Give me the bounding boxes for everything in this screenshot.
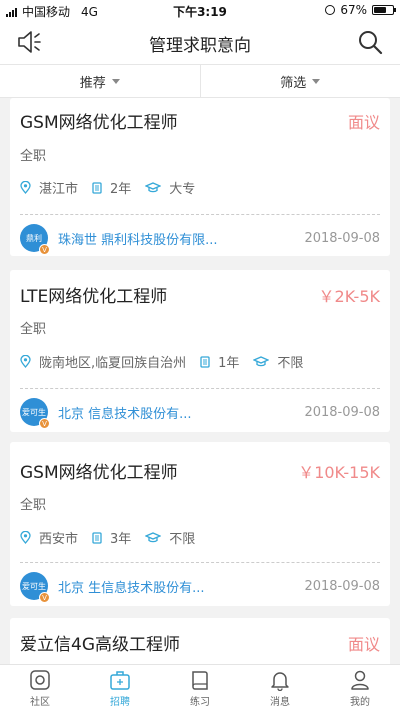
divider (20, 388, 380, 389)
job-location: 湛江市 (39, 182, 79, 197)
job-education: 不限 (169, 532, 196, 547)
job-date: 2018-09-08 (304, 404, 380, 420)
verified-badge-icon: V (39, 418, 50, 429)
company-logo: 爱可生 V (20, 572, 50, 603)
tab-profile[interactable]: 我的 (320, 665, 400, 711)
job-location: 西安市 (39, 532, 79, 547)
battery-percent: 67% (340, 3, 367, 17)
job-title: 爱立信4G高级工程师 (20, 635, 180, 655)
company-name[interactable]: 北京 生信息技术股份有... (58, 577, 304, 596)
divider (20, 562, 380, 563)
job-type: 全职 (20, 498, 47, 513)
job-type: 全职 (20, 149, 47, 164)
tab-community[interactable]: 社区 (0, 665, 80, 711)
education-icon (145, 182, 162, 193)
location-icon (20, 355, 31, 368)
profile-icon (351, 670, 369, 690)
location-icon (20, 181, 31, 194)
location-icon (20, 531, 31, 544)
job-salary: 面议 (347, 113, 380, 132)
experience-icon (92, 181, 102, 194)
job-title: GSM网络优化工程师 (20, 463, 178, 483)
experience-icon (200, 355, 210, 368)
job-card[interactable]: GSM网络优化工程师 面议 全职 湛江市 2年 大专 鼎利 V 珠海世 鼎利科技股… (10, 98, 390, 256)
company-logo: 爱可生 V (20, 398, 50, 429)
company-logo: 鼎利 V (20, 224, 50, 255)
tab-label: 我的 (350, 696, 370, 708)
job-type: 全职 (20, 322, 47, 337)
company-name[interactable]: 珠海世 鼎利科技股份有限... (58, 229, 304, 248)
tab-messages[interactable]: 消息 (240, 665, 320, 711)
job-salary: ￥10K-15K (298, 463, 380, 482)
tab-label: 练习 (190, 696, 210, 708)
job-meta: 西安市 3年 不限 (20, 528, 209, 547)
filter-screen[interactable]: 筛选 (201, 65, 400, 97)
page-title: 管理求职意向 (149, 36, 251, 56)
verified-badge-icon: V (39, 592, 50, 603)
filter-bar: 推荐 筛选 (0, 64, 400, 98)
job-title: LTE网络优化工程师 (20, 287, 168, 307)
search-icon[interactable] (356, 28, 384, 56)
job-meta: 湛江市 2年 大专 (20, 178, 209, 197)
company-row[interactable]: 爱可生 V 北京 生信息技术股份有... 2018-09-08 (20, 572, 380, 603)
practice-icon (192, 670, 208, 690)
education-icon (145, 532, 162, 543)
job-experience: 1年 (218, 356, 240, 371)
job-date: 2018-09-08 (304, 578, 380, 594)
job-date: 2018-09-08 (304, 230, 380, 246)
tab-label: 社区 (30, 696, 50, 708)
company-row[interactable]: 爱可生 V 北京 信息技术股份有... 2018-09-08 (20, 398, 380, 429)
job-card[interactable]: GSM网络优化工程师 ￥10K-15K 全职 西安市 3年 不限 爱可生 V 北京… (10, 442, 390, 606)
company-logo-text: 爱可生 (22, 581, 46, 591)
company-logo-text: 鼎利 (26, 233, 42, 243)
tab-bar: 社区 招聘 练习 消息 我的 (0, 664, 400, 711)
bell-icon (271, 671, 289, 691)
job-salary: ￥2K-5K (318, 287, 380, 306)
tab-practice[interactable]: 练习 (160, 665, 240, 711)
caret-down-icon (111, 78, 120, 84)
company-logo-text: 爱可生 (22, 407, 46, 417)
verified-badge-icon: V (39, 244, 50, 255)
tab-recruit[interactable]: 招聘 (80, 665, 160, 711)
tab-label: 招聘 (110, 696, 130, 708)
tab-label: 消息 (270, 696, 290, 708)
status-bar: 中国移动 4G 下午3:19 67% (0, 0, 400, 20)
alarm-icon (325, 5, 336, 15)
education-icon (253, 356, 270, 367)
job-list[interactable]: GSM网络优化工程师 面议 全职 湛江市 2年 大专 鼎利 V 珠海世 鼎利科技股… (0, 98, 400, 664)
job-education: 不限 (277, 356, 304, 371)
filter-recommend-label: 推荐 (79, 75, 106, 91)
recruit-icon (110, 670, 130, 690)
experience-icon (92, 531, 102, 544)
job-education: 大专 (169, 182, 196, 197)
community-icon (30, 669, 50, 690)
job-experience: 3年 (110, 532, 132, 547)
company-row[interactable]: 鼎利 V 珠海世 鼎利科技股份有限... 2018-09-08 (20, 224, 380, 255)
job-salary: 面议 (347, 635, 380, 654)
job-meta: 陇南地区,临夏回族自治州 1年 不限 (20, 352, 317, 371)
job-card[interactable]: LTE网络优化工程师 ￥2K-5K 全职 陇南地区,临夏回族自治州 1年 不限 … (10, 270, 390, 432)
job-title: GSM网络优化工程师 (20, 113, 178, 133)
nav-bar: 管理求职意向 (0, 20, 400, 64)
job-experience: 2年 (110, 182, 132, 197)
battery-icon (372, 5, 396, 15)
job-location: 陇南地区,临夏回族自治州 (39, 356, 187, 371)
company-name[interactable]: 北京 信息技术股份有... (58, 403, 304, 422)
job-card[interactable]: 爱立信4G高级工程师 面议 (10, 618, 390, 664)
filter-screen-label: 筛选 (280, 75, 307, 91)
filter-recommend[interactable]: 推荐 (0, 65, 201, 97)
caret-down-icon (312, 78, 321, 84)
divider (20, 214, 380, 215)
